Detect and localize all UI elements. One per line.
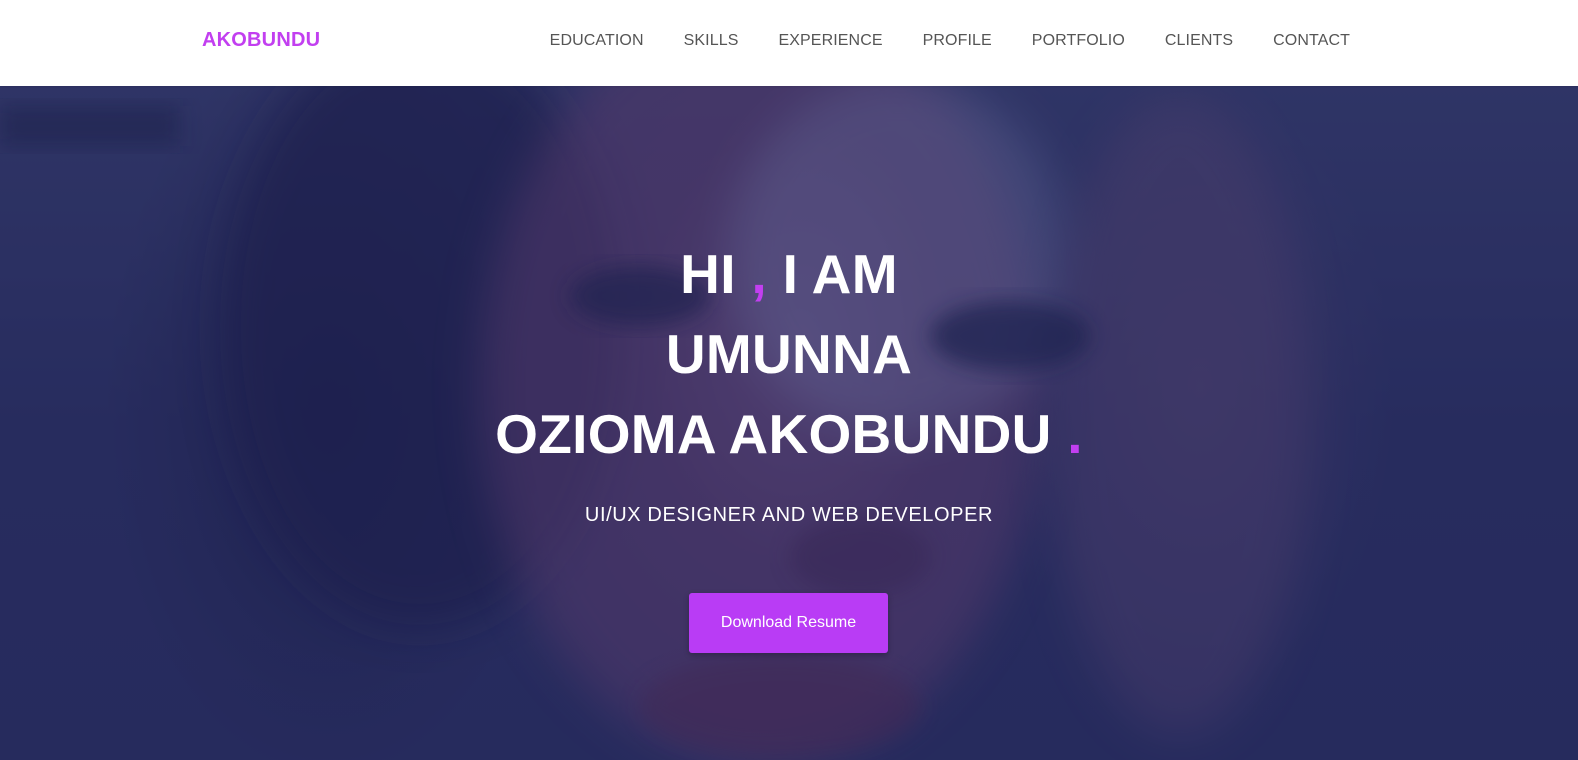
name-period: . bbox=[1067, 403, 1083, 465]
nav-item-education: EDUCATION bbox=[550, 32, 644, 50]
nav-item-skills: SKILLS bbox=[684, 32, 739, 50]
download-resume-button[interactable]: Download Resume bbox=[689, 593, 888, 653]
nav-link-skills[interactable]: SKILLS bbox=[684, 32, 739, 49]
hero-content: HI , I AM UMUNNA OZIOMA AKOBUNDU . UI/UX… bbox=[0, 86, 1578, 760]
nav-item-contact: CONTACT bbox=[1273, 32, 1350, 50]
hero-section: HI , I AM UMUNNA OZIOMA AKOBUNDU . UI/UX… bbox=[0, 86, 1578, 760]
nav-link-profile[interactable]: PROFILE bbox=[923, 32, 992, 49]
nav-item-experience: EXPERIENCE bbox=[778, 32, 882, 50]
greeting-iam: I AM bbox=[782, 243, 898, 305]
top-navbar: AKOBUNDU EDUCATION SKILLS EXPERIENCE PRO… bbox=[0, 0, 1578, 86]
greeting-hi: HI bbox=[680, 243, 736, 305]
nav-link-portfolio[interactable]: PORTFOLIO bbox=[1032, 32, 1125, 49]
nav-item-profile: PROFILE bbox=[923, 32, 992, 50]
name-line-2: OZIOMA AKOBUNDU bbox=[495, 403, 1052, 465]
nav-item-clients: CLIENTS bbox=[1165, 32, 1233, 50]
nav-item-portfolio: PORTFOLIO bbox=[1032, 32, 1125, 50]
nav-link-contact[interactable]: CONTACT bbox=[1273, 32, 1350, 49]
brand-logo-link[interactable]: AKOBUNDU bbox=[202, 29, 320, 52]
nav-menu: EDUCATION SKILLS EXPERIENCE PROFILE PORT… bbox=[550, 32, 1350, 50]
greeting-comma: , bbox=[751, 243, 767, 305]
nav-link-clients[interactable]: CLIENTS bbox=[1165, 32, 1233, 49]
hero-headline: HI , I AM UMUNNA OZIOMA AKOBUNDU . bbox=[0, 234, 1578, 474]
nav-link-experience[interactable]: EXPERIENCE bbox=[778, 32, 882, 49]
nav-link-education[interactable]: EDUCATION bbox=[550, 32, 644, 49]
hero-subtitle: UI/UX DESIGNER AND WEB DEVELOPER bbox=[584, 504, 994, 526]
name-line-1: UMUNNA bbox=[665, 323, 913, 385]
